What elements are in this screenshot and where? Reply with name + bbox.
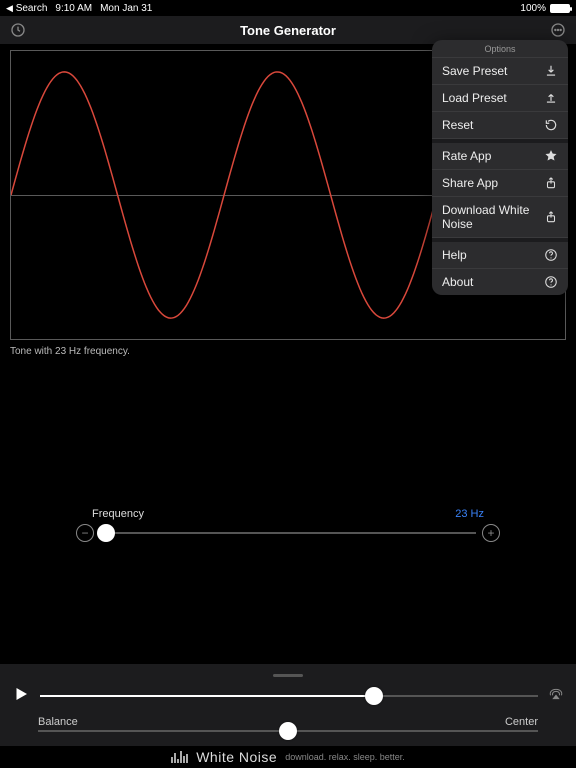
menu-item-label: Download White Noise xyxy=(442,203,544,231)
menu-item-label: Load Preset xyxy=(442,91,507,105)
menu-item-about[interactable]: About xyxy=(432,269,568,295)
menu-item-save-preset[interactable]: Save Preset xyxy=(432,58,568,85)
frequency-increment[interactable]: + xyxy=(482,524,500,542)
status-bar: ◀ Search 9:10 AM Mon Jan 31 100% xyxy=(0,0,576,16)
menu-item-label: Share App xyxy=(442,176,498,190)
menu-item-help[interactable]: Help xyxy=(432,238,568,269)
history-button[interactable] xyxy=(0,16,36,44)
reset-icon xyxy=(544,118,558,132)
airplay-button[interactable] xyxy=(548,686,564,705)
star-icon xyxy=(544,149,558,163)
status-time: 9:10 AM xyxy=(55,3,92,14)
menu-item-load-preset[interactable]: Load Preset xyxy=(432,85,568,112)
footer-banner[interactable]: White Noise download. relax. sleep. bett… xyxy=(0,746,576,768)
equalizer-icon xyxy=(171,751,188,763)
menu-item-label: Help xyxy=(442,248,467,262)
menu-item-label: About xyxy=(442,275,473,289)
frequency-slider-thumb[interactable] xyxy=(97,524,115,542)
menu-item-share-app[interactable]: Share App xyxy=(432,170,568,197)
play-icon xyxy=(12,685,30,703)
question-icon xyxy=(544,275,558,289)
back-to-search[interactable]: ◀ Search xyxy=(6,3,47,14)
options-menu: Options Save Preset Load Preset Reset Rate … xyxy=(432,40,568,295)
waveform-caption: Tone with 23 Hz frequency. xyxy=(0,342,576,357)
balance-value: Center xyxy=(505,716,538,728)
balance-slider-thumb[interactable] xyxy=(279,722,297,740)
footer-tagline: download. relax. sleep. better. xyxy=(285,752,405,762)
menu-item-label: Reset xyxy=(442,118,473,132)
frequency-label: Frequency xyxy=(92,508,144,520)
upload-icon xyxy=(544,91,558,105)
balance-label: Balance xyxy=(38,716,78,728)
status-date: Mon Jan 31 xyxy=(100,3,152,14)
frequency-section: Frequency 23 Hz − + xyxy=(0,508,576,542)
menu-item-reset[interactable]: Reset xyxy=(432,112,568,139)
battery-percent: 100% xyxy=(520,3,546,14)
menu-item-label: Save Preset xyxy=(442,64,507,78)
footer-brand: White Noise xyxy=(196,749,277,765)
play-button[interactable] xyxy=(12,685,30,706)
frequency-decrement[interactable]: − xyxy=(76,524,94,542)
menu-item-label: Rate App xyxy=(442,149,491,163)
page-title: Tone Generator xyxy=(240,23,336,38)
options-menu-header: Options xyxy=(432,40,568,58)
menu-item-rate-app[interactable]: Rate App xyxy=(432,139,568,170)
airplay-icon xyxy=(548,686,564,702)
question-icon xyxy=(544,248,558,262)
battery-icon xyxy=(550,4,570,13)
menu-item-download-white-noise[interactable]: Download White Noise xyxy=(432,197,568,238)
download-icon xyxy=(544,64,558,78)
volume-slider-thumb[interactable] xyxy=(365,687,383,705)
balance-slider[interactable] xyxy=(38,730,538,732)
frequency-slider[interactable] xyxy=(100,532,476,534)
drag-handle[interactable] xyxy=(273,674,303,677)
share-icon xyxy=(544,210,558,224)
clock-icon xyxy=(10,22,26,38)
frequency-value[interactable]: 23 Hz xyxy=(455,508,484,520)
share-icon xyxy=(544,176,558,190)
ellipsis-icon xyxy=(550,22,566,38)
volume-slider[interactable] xyxy=(40,695,538,697)
